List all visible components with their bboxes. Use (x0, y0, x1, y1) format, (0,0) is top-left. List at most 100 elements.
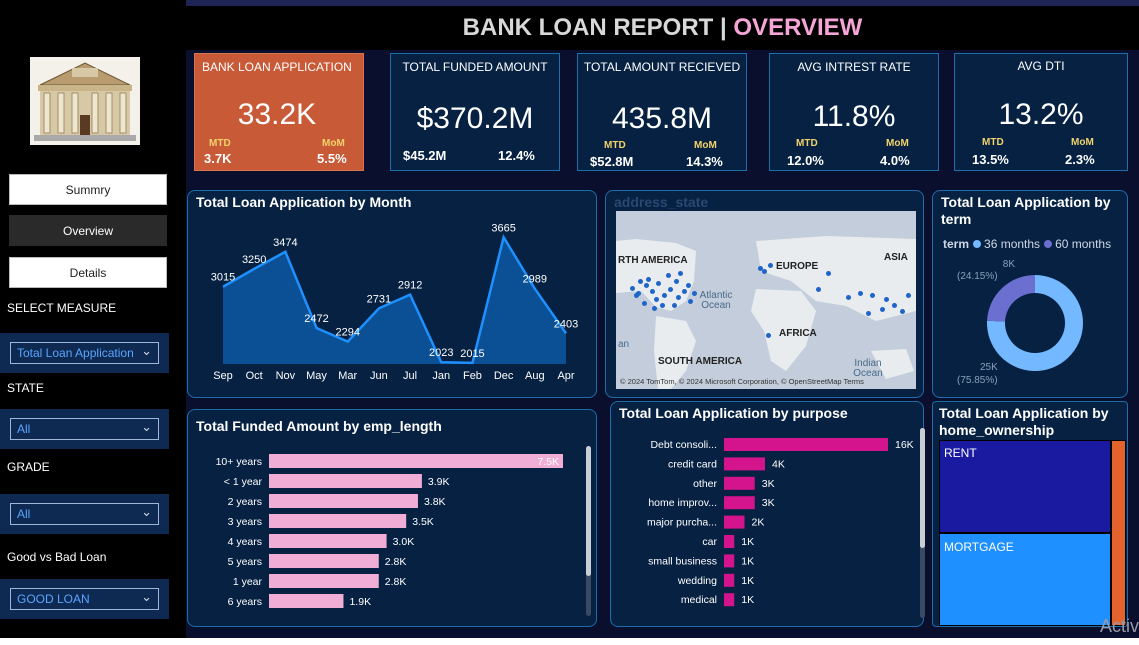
bank-building-image (30, 57, 140, 145)
emp-bar (269, 494, 418, 508)
purpose-bar (724, 457, 765, 471)
purpose-category-label: other (693, 478, 717, 490)
select-measure-dropdown[interactable]: Total Loan Application ⌄ (10, 342, 159, 364)
emp-category-label: 6 years (228, 596, 262, 608)
map-point (762, 269, 767, 274)
windows-activation-watermark: Activ (1099, 616, 1139, 636)
state-dropdown[interactable]: All ⌄ (10, 418, 159, 440)
nav-overview-button[interactable]: Overview (9, 215, 167, 246)
purpose-chart-panel[interactable]: Total Loan Application by purpose Debt c… (610, 401, 925, 628)
treemap-own[interactable] (1111, 440, 1126, 626)
good-bad-loan-label: Good vs Bad Loan (7, 550, 107, 564)
purpose-category-label: credit card (668, 458, 717, 470)
select-measure-label: SELECT MEASURE (7, 301, 117, 315)
kpi-mtd-value: 13.5% (972, 152, 1009, 167)
chevron-down-icon: ⌄ (141, 343, 152, 358)
map-point (676, 295, 681, 300)
purpose-data-label: 3K (762, 497, 775, 509)
purpose-bar-chart[interactable]: Debt consoli... 16K credit card 4K other 3K ho… (611, 402, 925, 628)
month-data-label: 2731 (367, 293, 391, 305)
map-point (870, 293, 875, 298)
map-point (660, 303, 665, 308)
world-map[interactable]: RTH AMERICA EUROPE ASIA Atlantic Ocean A… (616, 211, 916, 389)
emp-bar (269, 534, 387, 548)
month-chart-panel[interactable]: Total Loan Application by Month 3015 Sep 3… (187, 190, 597, 398)
emp-data-label: 3.9K (428, 476, 450, 488)
emp-data-label: 3.5K (412, 516, 434, 528)
kpi-mom-value: 2.3% (1065, 152, 1095, 167)
purpose-category-label: small business (648, 555, 717, 567)
emp-category-label: 5 years (228, 556, 262, 568)
kpi-mtd-label: MTD (604, 140, 626, 151)
map-point (688, 299, 693, 304)
kpi-mtd-value: 3.7K (204, 151, 232, 166)
purpose-category-label: wedding (677, 575, 717, 587)
good-bad-loan-value: GOOD LOAN (17, 592, 90, 606)
chevron-down-icon: ⌄ (141, 419, 152, 434)
month-data-label: 3015 (211, 272, 235, 284)
purpose-scrollbar-thumb[interactable] (920, 428, 925, 548)
donut-label-60-pct: (24.15%) (957, 271, 998, 282)
month-tick-label: Jun (370, 370, 388, 382)
map-point (826, 271, 831, 276)
kpi-mom-label: MoM (1071, 137, 1094, 148)
nav-summary-button[interactable]: Summry (9, 174, 167, 205)
map-point (846, 295, 851, 300)
kpi-mom-value: 4.0% (880, 153, 910, 168)
kpi-mom-value: 12.4% (498, 148, 535, 163)
term-donut-chart[interactable] (933, 191, 1129, 399)
month-tick-label: Oct (246, 370, 263, 382)
treemap-rent[interactable]: RENT (939, 440, 1111, 533)
kpi-title: BANK LOAN APPLICATION (202, 60, 352, 74)
map-point (630, 286, 635, 291)
kpi-title: TOTAL AMOUNT RECIEVED (583, 60, 741, 74)
title-bar: BANK LOAN REPORT | OVERVIEW (186, 0, 1139, 50)
purpose-bar (724, 476, 755, 490)
month-area-chart[interactable]: 3015 Sep 3250 Oct 3474 Nov 2472 May 2294 Mar 2731 J… (188, 191, 598, 399)
month-data-label: 3250 (242, 254, 266, 266)
month-tick-label: May (306, 370, 327, 382)
emp-bar-chart[interactable]: 10+ years 7.5K < 1 year 3.9K 2 years 3.8K 3 ye… (188, 410, 598, 628)
nav-details-button[interactable]: Details (9, 257, 167, 288)
home-chart-panel[interactable]: Total Loan Application by home_ownership… (932, 401, 1128, 627)
month-data-label: 2294 (335, 327, 359, 339)
bottom-status-bar (0, 638, 1139, 645)
kpi-title: TOTAL FUNDED AMOUNT (402, 60, 548, 74)
map-point (866, 311, 871, 316)
kpi-value: 13.2% (998, 98, 1084, 131)
map-panel[interactable]: address_state RTH AMERICA EUROPE ASIA At… (605, 190, 924, 398)
emp-scrollbar-thumb[interactable] (586, 446, 591, 576)
map-point (674, 279, 679, 284)
good-bad-loan-filter: GOOD LOAN ⌄ (0, 579, 169, 619)
emp-data-label: 3.8K (424, 496, 446, 508)
map-point (672, 303, 677, 308)
grade-dropdown[interactable]: All ⌄ (10, 503, 159, 525)
purpose-bar (724, 554, 735, 568)
state-filter: All ⌄ (0, 409, 169, 449)
term-chart-panel[interactable]: Total Loan Application by term term 36 mo… (932, 190, 1128, 398)
month-data-label: 2023 (429, 347, 453, 359)
map-point (892, 303, 897, 308)
purpose-bar (724, 496, 755, 510)
sidebar: Summry Overview Details SELECT MEASURE T… (0, 0, 186, 638)
emp-category-label: 3 years (228, 516, 262, 528)
page-title: BANK LOAN REPORT | OVERVIEW (186, 14, 1139, 42)
good-bad-loan-dropdown[interactable]: GOOD LOAN ⌄ (10, 588, 159, 610)
emp-bar (269, 514, 407, 528)
map-point (900, 309, 905, 314)
map-points (616, 211, 916, 389)
kpi-card-interest-rate[interactable]: AVG INTREST RATE 11.8% MTD MoM 12.0% 4.0… (769, 53, 939, 171)
treemap-mortgage[interactable]: MORTGAGE (939, 533, 1111, 626)
emp-chart-panel[interactable]: Total Funded Amount by emp_length 10+ ye… (187, 409, 597, 627)
chevron-down-icon: ⌄ (141, 504, 152, 519)
emp-category-label: < 1 year (224, 476, 263, 488)
map-point (656, 281, 661, 286)
map-point (678, 271, 683, 276)
kpi-card-loan-applications[interactable]: BANK LOAN APPLICATION 33.2K MTD MoM 3.7K… (194, 53, 364, 171)
kpi-card-avg-dti[interactable]: AVG DTI 13.2% MTD MoM 13.5% 2.3% (954, 53, 1128, 171)
kpi-card-amount-received[interactable]: TOTAL AMOUNT RECIEVED 435.8M MTD MoM $52… (577, 53, 747, 171)
donut-label-60-value: 8K (1002, 259, 1015, 270)
map-title: address_state (614, 194, 709, 210)
kpi-mtd-value: $52.8M (590, 154, 634, 169)
kpi-card-funded-amount[interactable]: TOTAL FUNDED AMOUNT $370.2M $45.2M 12.4% (390, 53, 560, 171)
